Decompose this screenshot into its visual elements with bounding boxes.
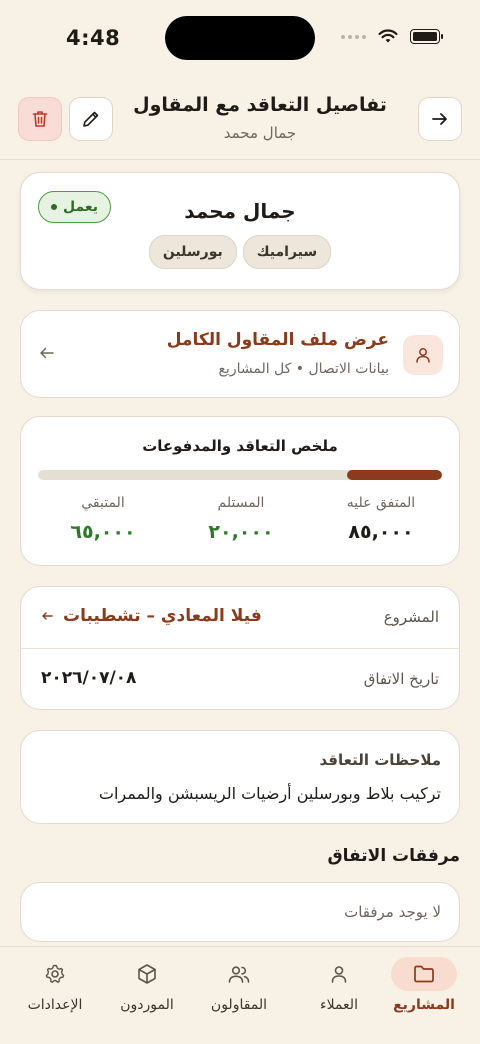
specialty-tags: سيراميك بورسلين <box>21 235 459 269</box>
date-row: تاريخ الاتفاق ٢٠٢٦/٠٧/٠٨ <box>21 649 459 711</box>
tab-contractors[interactable]: المقاولون <box>194 957 284 1013</box>
status-badge: يعمل <box>38 191 112 223</box>
received-value: ٢٠,٠٠٠ <box>208 521 274 543</box>
project-row: المشروع فيلا المعادي – تشطيبات <box>21 587 459 649</box>
arrow-left-icon <box>40 347 54 359</box>
received-label: المستلم <box>217 495 265 511</box>
notes-title: ملاحظات التعاقد <box>319 751 441 769</box>
specialty-tag: سيراميك <box>242 235 332 269</box>
tab-label: المشاريع <box>393 997 455 1013</box>
cellular-signal-icon <box>341 34 366 39</box>
person-icon <box>403 335 443 375</box>
gear-icon <box>22 957 88 991</box>
remaining-value: ٦٥,٠٠٠ <box>70 521 136 543</box>
remaining-amount: المتبقي ٦٥,٠٠٠ <box>33 495 173 543</box>
view-profile-subtitle: بيانات الاتصال • كل المشاريع <box>218 361 389 377</box>
arrow-right-icon <box>432 113 447 125</box>
tab-label: الإعدادات <box>27 997 83 1013</box>
tab-label: الموردون <box>120 997 174 1013</box>
attachments-heading: مرفقات الاتفاق <box>327 846 460 866</box>
trash-icon <box>32 111 48 127</box>
notes-text: تركيب بلاط وبورسلين أرضيات الريسبشن والم… <box>98 784 441 803</box>
payment-progress-bar <box>38 470 442 480</box>
project-link[interactable]: فيلا المعادي – تشطيبات <box>41 606 262 626</box>
attachments-card: لا يوجد مرفقات <box>20 882 460 942</box>
view-profile-title: عرض ملف المقاول الكامل <box>166 330 389 350</box>
status-text: يعمل <box>63 199 99 215</box>
status-bar: 4:48 <box>0 0 480 78</box>
contract-info-card: المشروع فيلا المعادي – تشطيبات تاريخ الا… <box>20 586 460 710</box>
dynamic-island <box>165 16 315 60</box>
agreed-amount: المتفق عليه ٨٥,٠٠٠ <box>311 495 451 543</box>
tab-bar: المشاريع العملاء المقاولون الموردون الإع… <box>0 946 480 1044</box>
page-title: تفاصيل التعاقد مع المقاول <box>133 94 387 116</box>
tab-settings[interactable]: الإعدادات <box>10 957 100 1013</box>
wifi-icon <box>378 29 398 43</box>
person-icon <box>306 957 372 991</box>
tab-label: العملاء <box>320 997 358 1013</box>
project-name: فيلا المعادي – تشطيبات <box>63 606 262 626</box>
edit-button[interactable] <box>69 97 113 141</box>
header: تفاصيل التعاقد مع المقاول جمال محمد <box>0 78 480 160</box>
project-label: المشروع <box>383 608 439 626</box>
tab-clients[interactable]: العملاء <box>294 957 384 1013</box>
contractor-card: جمال محمد يعمل سيراميك بورسلين <box>20 172 460 290</box>
remaining-label: المتبقي <box>81 495 125 511</box>
pencil-icon <box>83 111 99 127</box>
people-icon <box>206 957 272 991</box>
status-dot-icon <box>51 204 57 210</box>
contractor-name: جمال محمد <box>184 199 296 223</box>
summary-title: ملخص التعاقد والمدفوعات <box>142 437 338 455</box>
notes-card: ملاحظات التعاقد تركيب بلاط وبورسلين أرضي… <box>20 730 460 824</box>
page-subtitle: جمال محمد <box>223 124 297 142</box>
received-amount: المستلم ٢٠,٠٠٠ <box>171 495 311 543</box>
battery-icon <box>410 29 443 44</box>
tab-projects[interactable]: المشاريع <box>379 957 469 1013</box>
payment-progress-fill <box>347 470 442 480</box>
date-label: تاريخ الاتفاق <box>363 670 439 688</box>
status-icons <box>341 29 443 44</box>
attachments-empty-text: لا يوجد مرفقات <box>344 903 441 921</box>
payment-summary-card: ملخص التعاقد والمدفوعات المتفق عليه ٨٥,٠… <box>20 416 460 566</box>
delete-button[interactable] <box>18 97 62 141</box>
agreed-label: المتفق عليه <box>346 495 416 511</box>
back-button[interactable] <box>418 97 462 141</box>
arrow-left-icon <box>42 612 53 620</box>
tab-label: المقاولون <box>210 997 268 1013</box>
specialty-tag: بورسلين <box>148 235 237 269</box>
agreed-value: ٨٥,٠٠٠ <box>348 521 414 543</box>
cube-icon <box>114 957 180 991</box>
status-time: 4:48 <box>66 26 121 50</box>
agreement-date: ٢٠٢٦/٠٧/٠٨ <box>41 668 137 688</box>
view-profile-link[interactable]: عرض ملف المقاول الكامل بيانات الاتصال • … <box>20 310 460 398</box>
folder-icon <box>391 957 457 991</box>
tab-suppliers[interactable]: الموردون <box>102 957 192 1013</box>
